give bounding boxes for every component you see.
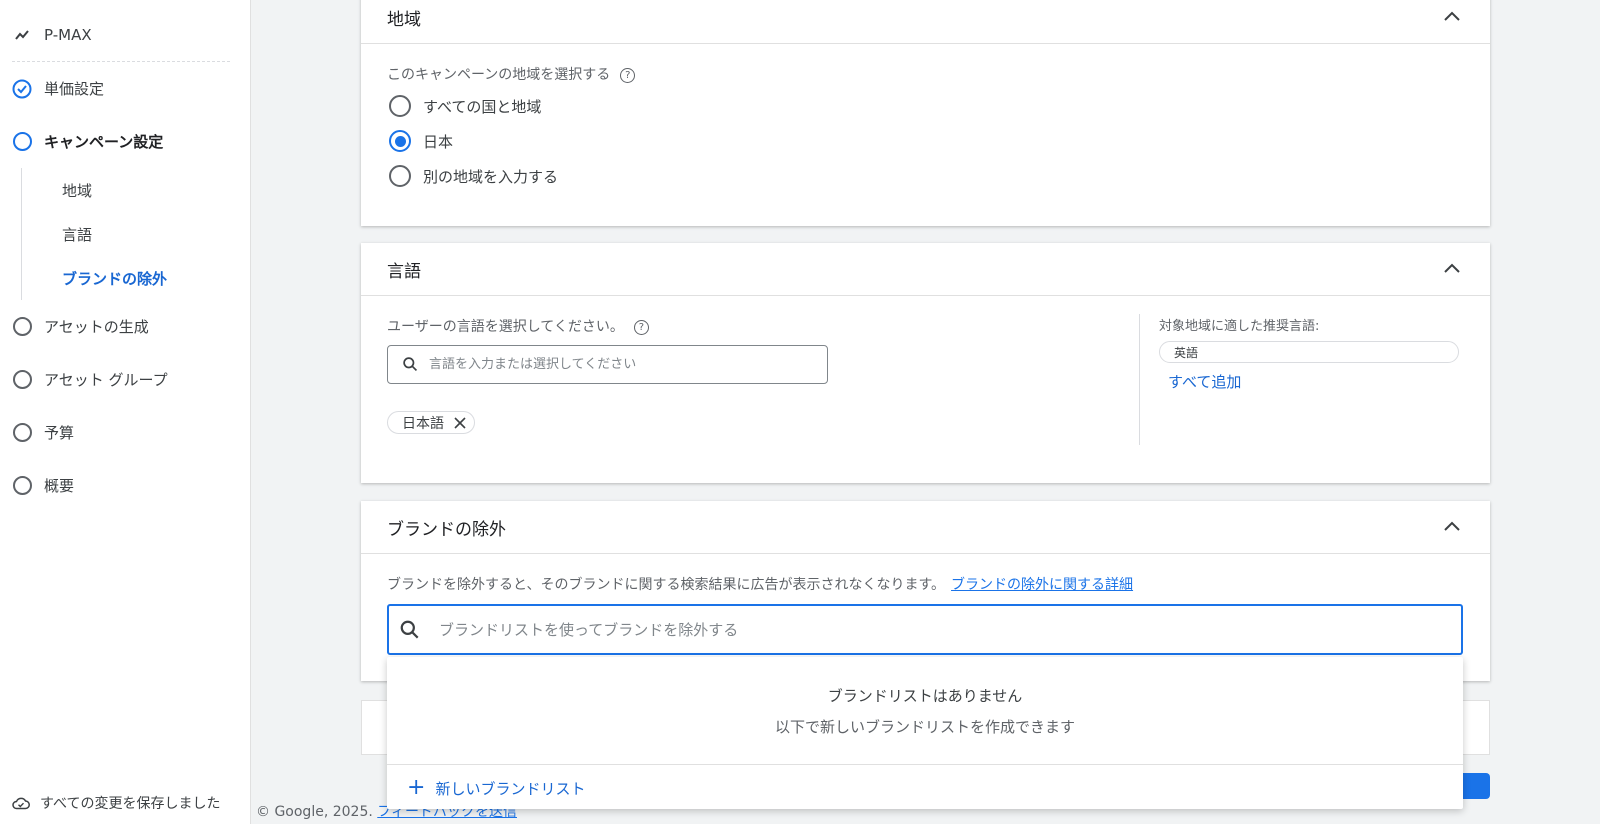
radio-label: 日本 [423, 132, 454, 151]
sidebar-step-campaign-settings[interactable]: キャンペーン設定 [12, 131, 163, 152]
search-icon [400, 620, 419, 638]
sidebar-step-asset-generation[interactable]: アセットの生成 [12, 316, 149, 337]
language-card: 言語 ユーザーの言語を選択してください。? 日本語 対象地域に適した推奨言語: … [361, 243, 1490, 483]
brand-exclusion-card: ブランドの除外 ブランドを除外すると、そのブランドに関する検索結果に広告が表示さ… [361, 501, 1490, 681]
trend-icon [12, 25, 32, 45]
brand-description-text: ブランドを除外すると、そのブランドに関する検索結果に広告が表示されなくなります。 [387, 577, 946, 593]
brand-list-dropdown: ブランドリストはありません 以下で新しいブランドリストを作成できます + 新しい… [387, 657, 1463, 809]
sidebar-step-label: アセット グループ [44, 371, 168, 389]
circle-icon [12, 132, 32, 152]
dropdown-empty-subtitle: 以下で新しいブランドリストを作成できます [774, 718, 1075, 736]
dropdown-empty-title: ブランドリストはありません [827, 687, 1023, 705]
brand-card-title: ブランドの除外 [387, 519, 506, 540]
copyright-text: © Google, 2025. [256, 804, 373, 820]
vertical-divider [1139, 314, 1140, 445]
brand-search-input[interactable] [439, 620, 1439, 639]
cloud-done-icon [12, 796, 30, 810]
save-status-text: すべての変更を保存しました [40, 796, 221, 812]
brand-card-header[interactable]: ブランドの除外 [361, 501, 1490, 554]
sidebar-step-label: 単価設定 [44, 80, 105, 98]
radio-japan[interactable]: 日本 [389, 130, 453, 152]
sidebar-sub-brand-exclusion[interactable]: ブランドの除外 [62, 268, 167, 289]
brand-search-field[interactable] [387, 604, 1463, 655]
chevron-up-icon[interactable] [1440, 515, 1464, 539]
language-right-panel: 対象地域に適した推奨言語: 英語 すべて追加 [361, 296, 1490, 483]
sidebar-step-label: 概要 [44, 477, 75, 495]
sidebar-step-label: キャンペーン設定 [44, 133, 164, 151]
region-card-title: 地域 [387, 9, 421, 30]
sidebar-step-label: アセットの生成 [44, 318, 149, 336]
add-all-button[interactable]: すべて追加 [1168, 371, 1241, 392]
region-card: 地域 このキャンペーンの地域を選択する? すべての国と地域 日本 別の地域を入力… [361, 0, 1490, 226]
radio-other-region[interactable]: 別の地域を入力する [389, 165, 558, 187]
save-status: すべての変更を保存しました [12, 793, 220, 813]
radio-all-regions[interactable]: すべての国と地域 [389, 95, 541, 117]
region-card-header[interactable]: 地域 [361, 0, 1490, 44]
plus-icon: + [407, 775, 426, 800]
sidebar-item-label: P-MAX [44, 26, 92, 44]
recommended-languages-title: 対象地域に適した推奨言語: [1159, 319, 1320, 334]
sidebar-item-pmax[interactable]: P-MAX [12, 25, 92, 45]
language-card-title: 言語 [387, 261, 421, 282]
new-brand-list-button[interactable]: + 新しいブランドリスト [407, 777, 585, 799]
radio-button[interactable] [389, 165, 411, 187]
sidebar-step-summary[interactable]: 概要 [12, 475, 74, 496]
radio-button-selected[interactable] [389, 130, 411, 152]
chevron-up-icon[interactable] [1440, 257, 1464, 281]
help-icon[interactable]: ? [620, 67, 636, 83]
region-prompt: このキャンペーンの地域を選択する? [387, 64, 636, 84]
chevron-up-icon[interactable] [1440, 5, 1464, 29]
circle-icon [12, 476, 32, 496]
sidebar-step-budget[interactable]: 予算 [12, 422, 74, 443]
brand-learn-more-link[interactable]: ブランドの除外に関する詳細 [951, 577, 1133, 593]
sidebar-step-bidding[interactable]: 単価設定 [12, 78, 104, 99]
sidebar-step-asset-group[interactable]: アセット グループ [12, 369, 168, 390]
brand-description: ブランドを除外すると、そのブランドに関する検索結果に広告が表示されなくなります。… [387, 574, 1133, 594]
sidebar-sub-line [21, 168, 22, 300]
new-brand-list-label: 新しいブランドリスト [435, 779, 586, 798]
sidebar-sub-region[interactable]: 地域 [62, 180, 92, 201]
dropdown-divider [387, 764, 1463, 765]
radio-label: 別の地域を入力する [423, 167, 559, 186]
sidebar-sub-language[interactable]: 言語 [62, 224, 92, 245]
recommended-language-chip[interactable]: 英語 [1159, 341, 1459, 363]
sidebar: P-MAX 単価設定 キャンペーン設定 地域 言語 ブランドの除外 アセットの生… [0, 0, 251, 824]
circle-icon [12, 423, 32, 443]
check-circle-icon [12, 79, 32, 99]
sidebar-step-label: 予算 [44, 424, 75, 442]
language-card-header[interactable]: 言語 [361, 243, 1490, 296]
radio-button[interactable] [389, 95, 411, 117]
circle-icon [12, 317, 32, 337]
radio-label: すべての国と地域 [423, 97, 542, 116]
region-prompt-text: このキャンペーンの地域を選択する [387, 67, 611, 83]
sidebar-divider [12, 61, 230, 62]
circle-icon [12, 370, 32, 390]
